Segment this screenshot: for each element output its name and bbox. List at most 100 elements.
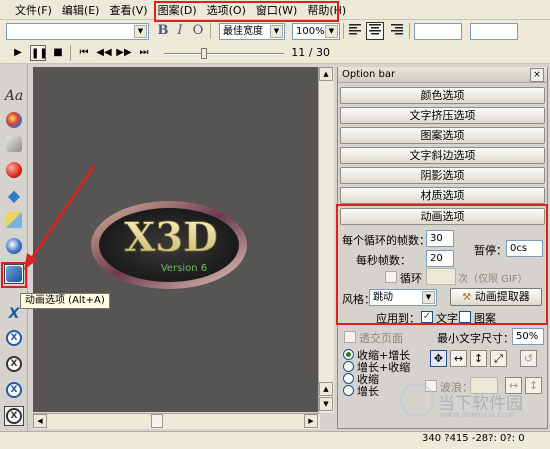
texture-tool[interactable] xyxy=(4,236,24,256)
material-tool[interactable] xyxy=(4,160,24,180)
option-bar-title: Option bar xyxy=(338,67,547,83)
scroll-thumb[interactable] xyxy=(151,414,163,428)
stretch-horizontal-icon[interactable]: ↔ xyxy=(450,350,467,367)
frames-per-loop-label: 每个循环的帧数： xyxy=(342,234,430,247)
section-extrude[interactable]: 文字挤压选项 xyxy=(340,107,545,124)
apply-text-checkbox[interactable]: ✓ xyxy=(421,311,433,323)
scroll-up-icon[interactable]: ▲ xyxy=(319,67,333,81)
chevron-down-icon: ▼ xyxy=(422,291,435,304)
stop-button[interactable]: ■ xyxy=(50,45,66,61)
tool-palette: Aa ◆ X X X X X xyxy=(0,64,28,449)
radio-grow[interactable] xyxy=(343,385,354,396)
loop-label: 循环 xyxy=(400,272,422,285)
x-tool-2[interactable]: X xyxy=(4,328,24,348)
section-pattern[interactable]: 图案选项 xyxy=(340,127,545,144)
wave-vertical-icon[interactable]: ↕ xyxy=(525,377,542,394)
frame-slider-thumb[interactable] xyxy=(200,48,207,59)
fps-label: 每秒帧数： xyxy=(356,254,411,267)
align-right-button[interactable] xyxy=(388,23,404,39)
menu-file[interactable]: 文件(F) xyxy=(10,2,57,18)
spacing-field-2[interactable] xyxy=(470,23,518,40)
x-circle-icon: X xyxy=(6,382,22,398)
fps-input[interactable]: 20 xyxy=(426,250,454,267)
frame-highlight-box xyxy=(154,1,339,22)
extrude-tool[interactable] xyxy=(4,134,24,154)
pause-button[interactable]: ❚❚ xyxy=(30,45,48,61)
preview-canvas[interactable]: X3D Version 6 xyxy=(33,67,318,412)
apply-pattern-checkbox[interactable] xyxy=(459,311,471,323)
horizontal-scrollbar[interactable]: ◀ ▶ xyxy=(33,413,320,429)
animation-extractor-button[interactable]: ⚒ 动画提取器 xyxy=(450,288,542,306)
radio-grow-label: 增长 xyxy=(357,385,379,398)
italic-button[interactable]: I xyxy=(172,23,188,39)
align-center-icon xyxy=(369,24,381,35)
first-frame-button[interactable]: ⏮ xyxy=(76,45,92,61)
diagonal-icon[interactable]: ⤢ xyxy=(490,350,507,367)
stretch-vertical-icon[interactable]: ↕ xyxy=(470,350,487,367)
reset-icon[interactable]: ↺ xyxy=(520,350,537,367)
scroll-right-icon[interactable]: ▶ xyxy=(304,414,318,428)
chevron-down-icon: ▼ xyxy=(270,25,283,38)
align-center-button[interactable] xyxy=(366,22,384,40)
x-circle-dark-icon: X xyxy=(6,356,22,372)
x3d-logo: X3D Version 6 xyxy=(91,201,247,289)
section-material[interactable]: 材质选项 xyxy=(340,187,545,204)
font-combo[interactable]: ▼ xyxy=(6,23,149,40)
watermark-logo xyxy=(400,383,434,417)
close-icon[interactable]: × xyxy=(530,68,544,82)
frame-slider-track[interactable] xyxy=(164,53,284,55)
logo-text: X3D xyxy=(124,214,218,261)
prev-frame-button[interactable]: ◀◀ xyxy=(96,45,112,61)
scroll-left-icon[interactable]: ◀ xyxy=(33,414,47,428)
text-tool[interactable]: Aa xyxy=(4,86,24,106)
outline-button[interactable]: O xyxy=(190,23,206,39)
radio-shrink[interactable] xyxy=(343,373,354,384)
color-tool[interactable] xyxy=(4,110,24,130)
radio-grow-shrink[interactable] xyxy=(343,361,354,372)
extrude-icon xyxy=(6,136,22,152)
vertical-scrollbar[interactable]: ▲ ▲ ▼ xyxy=(318,67,334,413)
style-combo[interactable]: 跳动 ▼ xyxy=(369,289,437,306)
transparent-page-checkbox[interactable] xyxy=(344,331,356,343)
x-tool-5[interactable]: X xyxy=(4,406,24,426)
chevron-down-icon: ▼ xyxy=(134,25,147,38)
logo-subtext: Version 6 xyxy=(161,263,207,274)
spacing-field-1[interactable] xyxy=(414,23,462,40)
play-button[interactable]: ▶ xyxy=(10,45,26,61)
section-bevel[interactable]: 文字斜边选项 xyxy=(340,147,545,164)
section-color[interactable]: 颜色选项 xyxy=(340,87,545,104)
extractor-button-label: 动画提取器 xyxy=(474,290,530,303)
last-frame-button[interactable]: ⏭ xyxy=(136,45,152,61)
apply-text-label: 文字 xyxy=(436,312,458,325)
min-text-size-input[interactable]: 50% xyxy=(512,328,544,345)
section-shadow[interactable]: 阴影选项 xyxy=(340,167,545,184)
bevel-tool[interactable]: ◆ xyxy=(4,185,24,205)
align-left-button[interactable] xyxy=(348,23,364,39)
next-frame-button[interactable]: ▶▶ xyxy=(116,45,132,61)
radio-shrink-grow[interactable] xyxy=(343,349,354,360)
width-combo[interactable]: 最佳宽度 ▼ xyxy=(219,23,285,40)
min-text-size-label: 最小文字尺寸： xyxy=(437,332,514,345)
bevel-diamond-icon: ◆ xyxy=(7,185,21,205)
pause-label: 暂停： xyxy=(474,244,507,257)
status-coordinates: 340 ?415 -28?: 0?: 0 xyxy=(422,433,525,444)
frames-per-loop-input[interactable]: 30 xyxy=(426,230,454,247)
scroll-up-icon[interactable]: ▲ xyxy=(319,382,333,396)
scroll-down-icon[interactable]: ▼ xyxy=(319,397,333,411)
shadow-tool[interactable] xyxy=(4,210,24,230)
menu-edit[interactable]: 编辑(E) xyxy=(57,2,105,18)
move-icon[interactable]: ✥ xyxy=(430,350,447,367)
font-aa-icon: Aa xyxy=(4,88,24,104)
apply-to-label: 应用到： xyxy=(376,312,420,325)
menu-view[interactable]: 查看(V) xyxy=(104,2,152,18)
x-tool-4[interactable]: X xyxy=(4,380,24,400)
x-glyph-icon: X xyxy=(8,306,20,322)
toolbar-divider xyxy=(343,23,344,39)
loop-checkbox[interactable] xyxy=(385,271,397,283)
x-tool-3[interactable]: X xyxy=(4,354,24,374)
zoom-combo[interactable]: 100% ▼ xyxy=(292,23,340,40)
pause-input[interactable]: 0cs xyxy=(506,240,543,257)
bold-button[interactable]: B xyxy=(155,23,171,39)
toolbar-divider xyxy=(70,45,71,61)
palette-icon xyxy=(6,112,22,128)
